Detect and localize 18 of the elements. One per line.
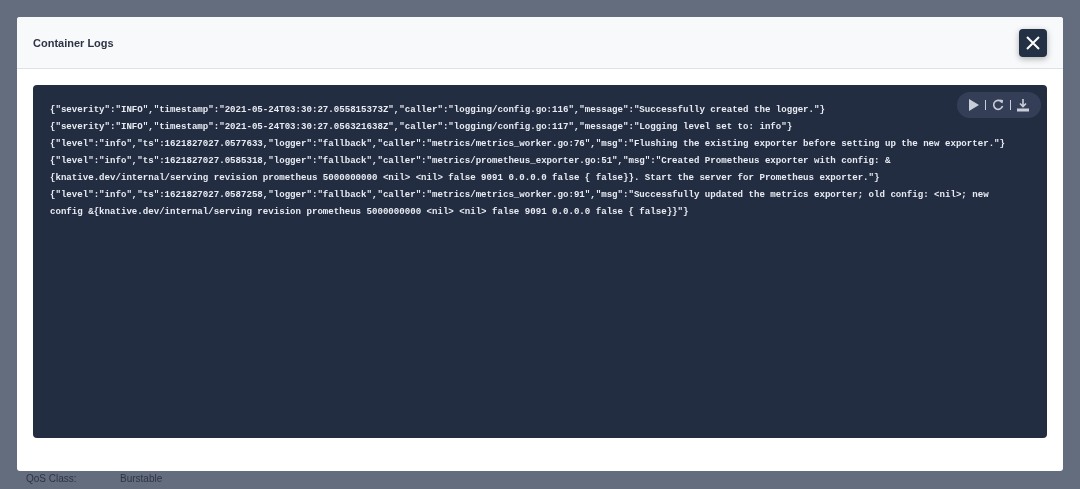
field-label: QoS Class:: [26, 472, 78, 485]
refresh-button[interactable]: [992, 99, 1004, 111]
window-title: Container Logs: [33, 36, 114, 49]
close-button[interactable]: [1019, 28, 1047, 57]
refresh-icon: [992, 99, 1004, 111]
log-line: {"severity":"INFO","timestamp":"2021-05-24T03:30:27.055815373Z","caller":"logging/config.go:116","message":"Successfully created the logger."}: [50, 103, 825, 117]
log-line: {"severity":"INFO","timestamp":"2021-05-24T03:30:27.056321638Z","caller":"logging/config.go:117","message":"Logging level set to: info"}: [50, 120, 793, 134]
play-icon: [969, 99, 979, 111]
field-value: Burstable: [120, 472, 163, 485]
log-line: {"level":"info","ts":1621827027.0587258,"logger":"fallback","caller":"metrics/metrics_worker.go:91","msg":"Successfully updated the metrics exporter; old config: <nil>; new: [50, 188, 989, 202]
log-line: {"level":"info","ts":1621827027.0577633,"logger":"fallback","caller":"metrics/metrics_worker.go:76","msg":"Flushing the existing exporter before setting up the new exporter."}: [50, 137, 1005, 151]
download-button[interactable]: [1017, 98, 1029, 112]
download-icon: [1017, 98, 1029, 112]
log-line: {knative.dev/internal/serving revision prometheus 5000000000 <nil> <nil> false 9091 0.0.0.0 false { false}}. Start the server for Prometheus exporter."}: [50, 171, 880, 185]
log-line: config &{knative.dev/internal/serving revision prometheus 5000000000 <nil> <nil> false 9091 0.0.0.0 false { false}}"}: [50, 205, 689, 219]
log-line: {"level":"info","ts":1621827027.0585318,"logger":"fallback","caller":"metrics/prometheus_exporter.go:51","msg":"Created Prometheus exporter with config: &: [50, 154, 891, 168]
play-button[interactable]: [969, 99, 979, 111]
close-icon: [1026, 35, 1040, 50]
